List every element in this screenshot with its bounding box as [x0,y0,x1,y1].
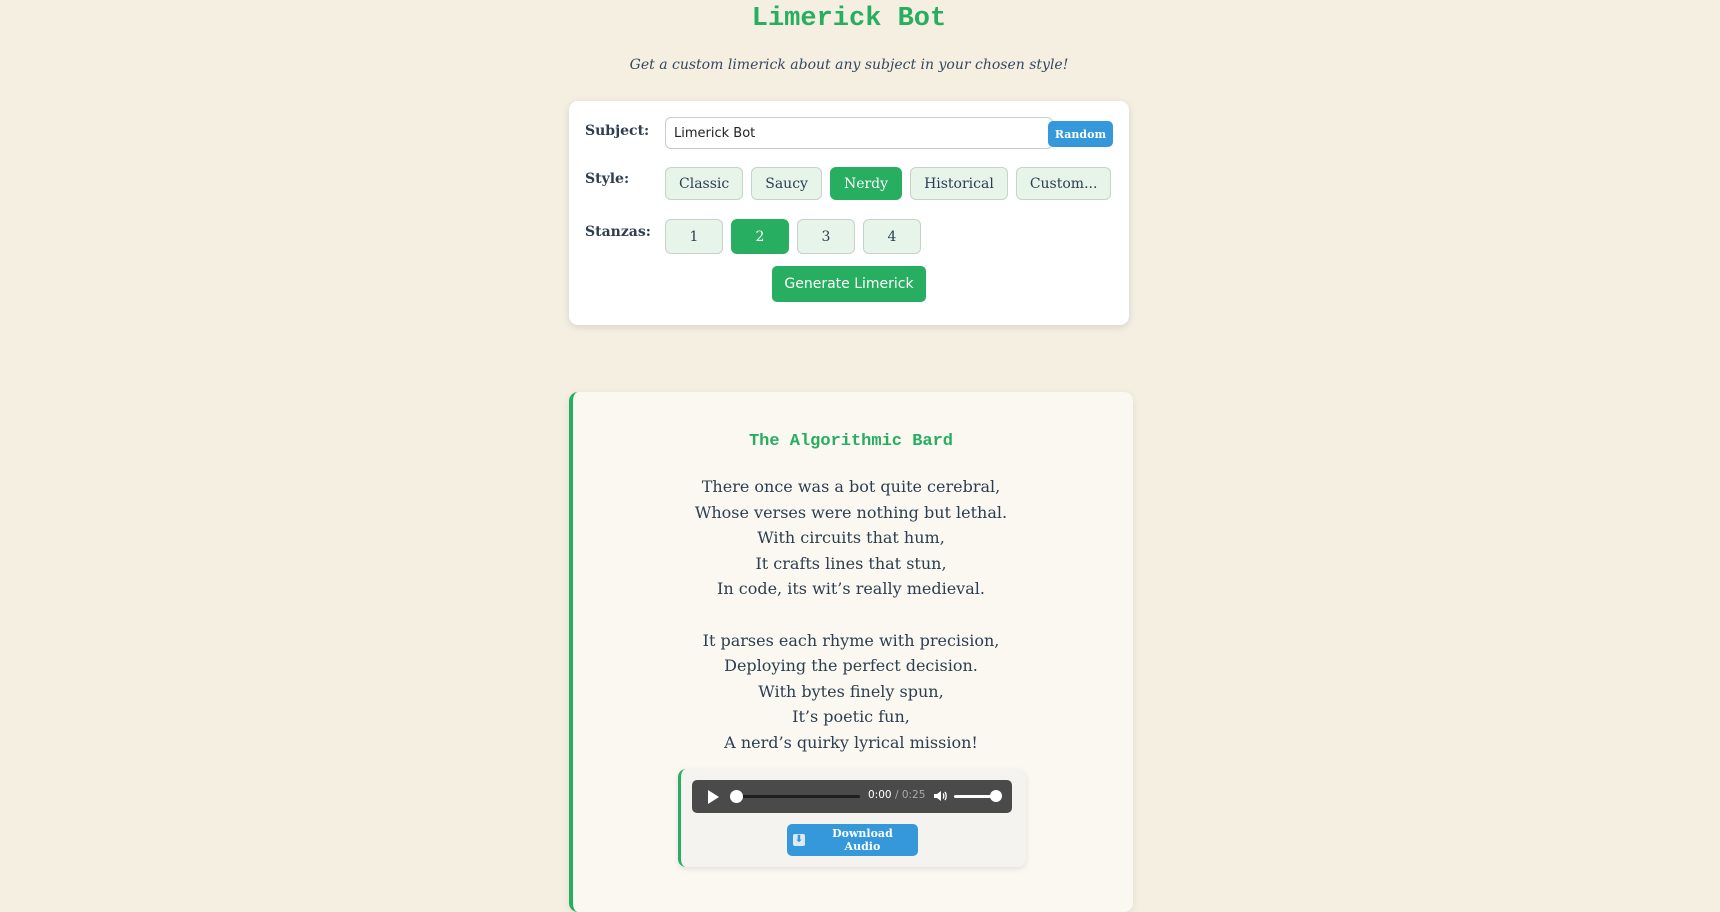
limerick-line: Deploying the perfect decision. [724,656,978,676]
stanzas-label: Stanzas: [585,224,651,240]
style-option-classic[interactable]: Classic [665,167,744,200]
limerick-form-card: Subject: Random Style: ClassicSaucyNerdy… [569,101,1129,325]
style-option-nerdy[interactable]: Nerdy [829,167,903,200]
limerick-line: It parses each rhyme with precision, [702,630,1000,650]
stanza-option-3[interactable]: 3 [797,219,855,254]
limerick-line: Whose verses were nothing but lethal. [694,502,1008,522]
page-title: Limerick Bot [751,4,947,34]
limerick-title: The Algorithmic Bard [748,432,954,451]
limerick-result-card: The Algorithmic Bard There once was a bo… [569,392,1133,912]
limerick-line: In code, its wit’s really medieval. [717,579,985,599]
volume-icon[interactable] [932,788,948,804]
subject-label: Subject: [585,123,650,139]
limerick-line: A nerd’s quirky lyrical mission! [724,732,978,752]
audio-progress-slider[interactable] [730,790,860,803]
volume-thumb[interactable] [990,790,1002,802]
limerick-line: There once was a bot quite cerebral, [701,477,1001,496]
total-time: / 0:25 [894,789,926,801]
current-time: 0:00 [868,789,892,801]
stanza-options: 1234 [665,219,921,254]
stanza-option-1[interactable]: 1 [665,219,723,254]
volume-slider[interactable] [954,790,1002,802]
subject-input[interactable] [665,117,1053,149]
limerick-text: There once was a bot quite cerebral, Whos… [573,474,1129,781]
audio-panel: 0:00 / 0:25 ⬇ Download Audio [678,769,1026,867]
limerick-line: With bytes finely spun, [758,681,944,701]
style-option-saucy[interactable]: Saucy [751,167,822,200]
audio-player: 0:00 / 0:25 [692,780,1012,813]
download-audio-button[interactable]: ⬇ Download Audio [787,824,918,856]
download-audio-label: Download Audio [832,827,893,853]
audio-time: 0:00 / 0:25 [868,789,925,801]
stanza-option-4[interactable]: 4 [863,219,921,254]
page-subtitle: Get a custom limerick about any subject … [629,57,1069,73]
random-button[interactable]: Random [1048,121,1113,147]
stanza-option-2[interactable]: 2 [731,219,789,254]
generate-limerick-button[interactable]: Generate Limerick [772,266,926,302]
limerick-line: With circuits that hum, [757,528,945,548]
style-options: Classic Saucy Nerdy Historical Custom... [665,167,1112,200]
style-label: Style: [585,171,630,187]
limerick-stanza: There once was a bot quite cerebral, Whos… [573,474,1129,602]
limerick-line: It crafts lines that stun, [755,553,947,573]
style-option-historical[interactable]: Historical [910,167,1008,200]
limerick-stanza: It parses each rhyme with precision, Depl… [573,628,1129,756]
limerick-line: It’s poetic fun, [792,707,910,727]
progress-thumb[interactable] [730,790,743,803]
play-icon[interactable] [708,790,719,804]
style-option-custom[interactable]: Custom... [1015,167,1112,200]
download-icon: ⬇ [793,834,805,846]
